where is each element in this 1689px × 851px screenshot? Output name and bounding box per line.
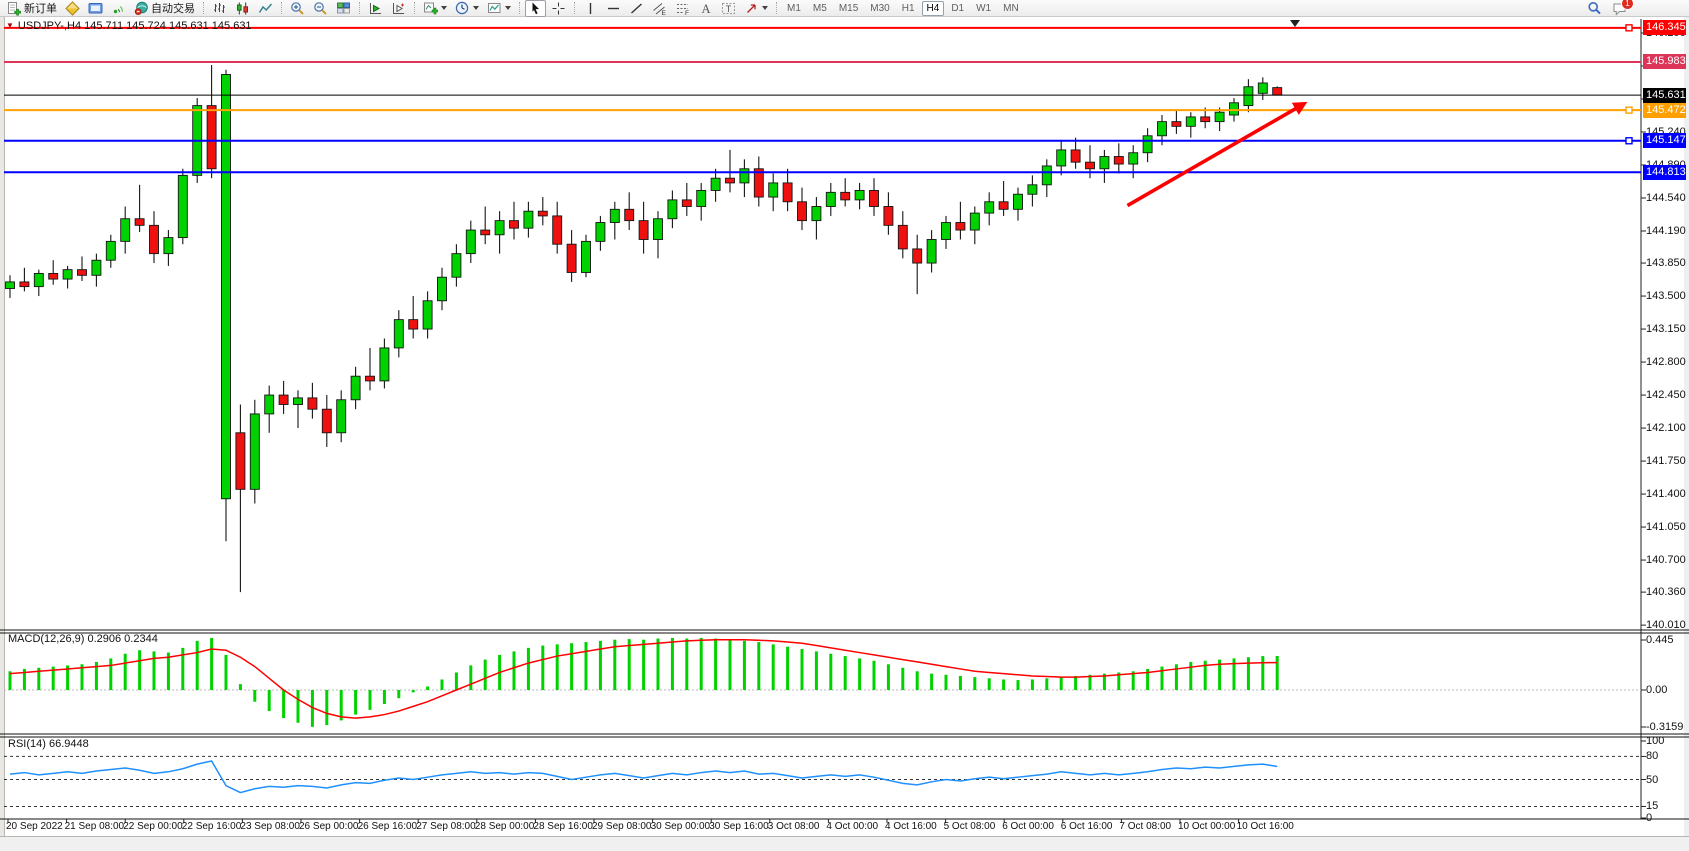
tf-m30[interactable]: M30	[865, 1, 894, 16]
notification-badge: 1	[1621, 0, 1634, 10]
autotrading-button[interactable]: 自动交易	[131, 0, 198, 17]
hline-handle[interactable]	[1626, 25, 1632, 31]
zoom-in-icon	[290, 1, 305, 16]
tf-d1[interactable]: D1	[946, 1, 969, 16]
cursor-button[interactable]	[525, 0, 546, 17]
arrows-button[interactable]	[741, 0, 771, 17]
toolbar-separator	[574, 2, 575, 14]
vline-icon	[583, 1, 598, 16]
tile-windows-button[interactable]	[333, 0, 354, 17]
chat-button[interactable]: 1	[1612, 1, 1627, 21]
chart-title-row: ▼ USDJPY-,H4 145.711 145.724 145.631 145…	[6, 20, 252, 32]
text-button[interactable]: A	[695, 0, 716, 17]
templates-button[interactable]	[484, 0, 514, 17]
zoom-out-button[interactable]	[310, 0, 331, 17]
svg-text:T: T	[726, 4, 732, 14]
hline-icon	[606, 1, 621, 16]
chevron-down-icon[interactable]	[762, 6, 768, 10]
new-order-button-label: 新订单	[24, 0, 57, 16]
search-icon	[1587, 1, 1602, 16]
trendline-icon	[629, 1, 644, 16]
toolbar-separator	[359, 2, 360, 14]
line-chart-icon	[258, 1, 273, 16]
bar-chart-button[interactable]	[209, 0, 230, 17]
chart-title: USDJPY-,H4 145.711 145.724 145.631 145.6…	[18, 20, 252, 32]
tf-mn[interactable]: MN	[998, 1, 1024, 16]
tf-m15[interactable]: M15	[834, 1, 863, 16]
signals-button[interactable]	[108, 0, 129, 17]
arrows-icon	[744, 1, 759, 16]
fibonacci-icon: F	[675, 1, 690, 16]
auto-scroll-button[interactable]	[365, 0, 386, 17]
search-button[interactable]	[1587, 1, 1602, 21]
chart-shift-button[interactable]	[388, 0, 409, 17]
styler-button[interactable]	[62, 0, 83, 17]
candle-chart-icon	[235, 1, 250, 16]
diamond-icon	[65, 1, 80, 16]
hline-button[interactable]	[603, 0, 624, 17]
chevron-down-icon[interactable]	[441, 6, 447, 10]
tf-m5[interactable]: M5	[808, 1, 832, 16]
auto-scroll-icon	[368, 1, 383, 16]
vline-button[interactable]	[580, 0, 601, 17]
channel-icon: E	[652, 1, 667, 16]
periods-button[interactable]	[452, 0, 482, 17]
symbol-marker-icon: ▼	[6, 22, 14, 30]
autotrading-button-label: 自动交易	[151, 0, 195, 16]
tf-m1[interactable]: M1	[782, 1, 806, 16]
tf-h1[interactable]: H1	[897, 1, 920, 16]
toolbar-separator	[281, 2, 282, 14]
clock-icon	[455, 1, 470, 16]
toolbar-separator	[776, 2, 777, 14]
charts-window-button[interactable]	[85, 0, 106, 17]
svg-text:F: F	[685, 10, 689, 16]
price-axis	[1641, 33, 1646, 625]
toolbar-separator	[519, 2, 520, 14]
cursor-icon	[528, 1, 543, 16]
templates-icon	[487, 1, 502, 16]
macd-histogram	[9, 638, 1279, 727]
hline-handle[interactable]	[1626, 138, 1632, 144]
chevron-down-icon[interactable]	[505, 6, 511, 10]
svg-text:A: A	[702, 2, 711, 16]
bar-chart-icon	[212, 1, 227, 16]
svg-text:E: E	[662, 9, 667, 15]
new-order-button[interactable]: 新订单	[4, 0, 60, 17]
trend-arrow[interactable]	[1127, 106, 1300, 206]
label-button[interactable]: T	[718, 0, 739, 17]
fibonacci-button[interactable]: F	[672, 0, 693, 17]
tf-w1[interactable]: W1	[971, 1, 996, 16]
toolbar: 新订单 自动交易 E F A T M1M5M15M30H1H4D1W1MN 1	[0, 0, 1689, 17]
toolbar-separator	[203, 2, 204, 14]
tile-windows-icon	[336, 1, 351, 16]
line-chart-button[interactable]	[255, 0, 276, 17]
label-icon: T	[721, 1, 736, 16]
zoom-in-button[interactable]	[287, 0, 308, 17]
hline-handle[interactable]	[1626, 107, 1632, 113]
toolbar-separator	[414, 2, 415, 14]
rsi-line	[10, 761, 1277, 793]
autotrading-icon	[134, 1, 149, 16]
channel-button[interactable]: E	[649, 0, 670, 17]
chevron-down-icon[interactable]	[473, 6, 479, 10]
indicators-button[interactable]	[420, 0, 450, 17]
indicators-icon	[423, 1, 438, 16]
candle-chart-button[interactable]	[232, 0, 253, 17]
crosshair-icon	[551, 1, 566, 16]
tf-h4[interactable]: H4	[922, 1, 945, 16]
chart-shift-icon	[391, 1, 406, 16]
macd-label: MACD(12,26,9) 0.2906 0.2344	[8, 633, 158, 645]
chart-shift-marker[interactable]	[1290, 20, 1300, 27]
candles	[6, 65, 1282, 592]
text-icon: A	[698, 1, 713, 16]
window-icon	[88, 1, 103, 16]
crosshair-button[interactable]	[548, 0, 569, 17]
zoom-out-icon	[313, 1, 328, 16]
new-order-icon	[7, 1, 22, 16]
trendline-button[interactable]	[626, 0, 647, 17]
toolbar-right-group: 1	[1587, 1, 1627, 21]
signal-icon	[111, 1, 126, 16]
chart-canvas[interactable]	[0, 0, 1689, 850]
rsi-label: RSI(14) 66.9448	[8, 738, 89, 750]
